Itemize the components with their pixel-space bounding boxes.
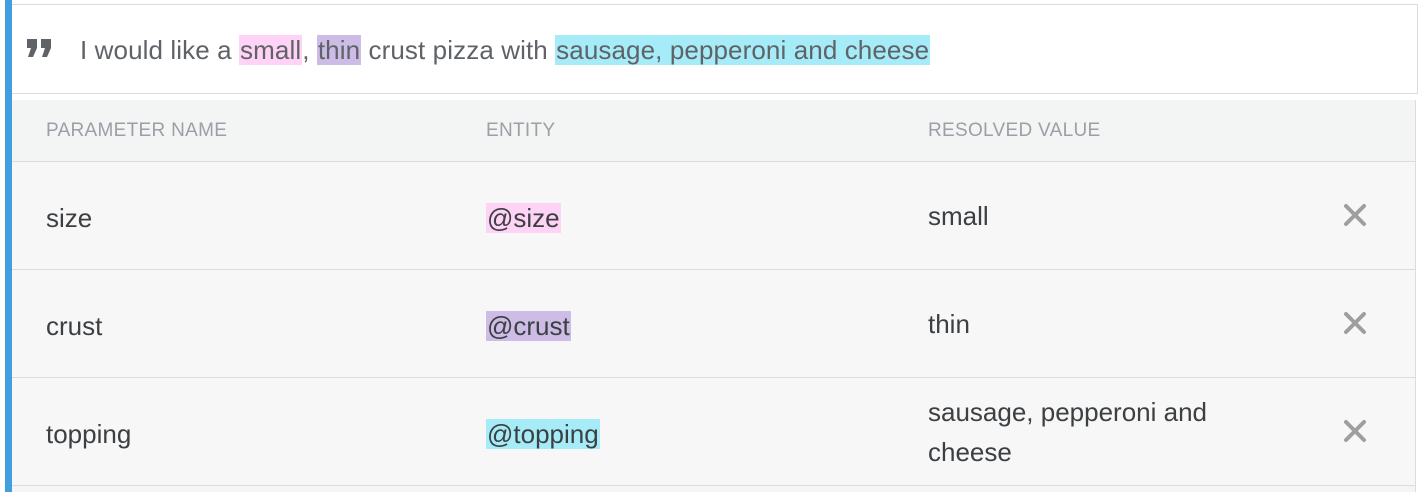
training-phrase[interactable]: I would like a small, thin crust pizza w… [12,4,1418,94]
header-resolved-value: RESOLVED VALUE [928,120,1101,141]
close-icon[interactable] [1340,416,1370,446]
header-entity: ENTITY [486,120,556,141]
parameter-name[interactable]: crust [46,306,102,346]
entity-name[interactable]: @topping [486,419,600,449]
parameter-name[interactable]: size [46,198,92,238]
entity-cell[interactable]: @size [486,198,561,238]
annotation-crust[interactable]: thin [316,35,362,65]
resolved-value[interactable]: thin [928,304,1268,344]
phrase-text[interactable]: I would like a small, thin crust pizza w… [80,33,931,67]
table-row: crust @crust thin [12,270,1415,378]
header-parameter-name: PARAMETER NAME [46,120,228,141]
entity-name[interactable]: @size [486,203,561,233]
resolved-value[interactable]: small [928,196,1268,236]
phrase-part: I would like a [80,35,240,65]
entity-cell[interactable]: @topping [486,414,600,454]
phrase-part: , [302,35,317,65]
close-icon[interactable] [1340,200,1370,230]
table-row: size @size small [12,162,1415,270]
entity-name[interactable]: @crust [486,311,571,341]
table-row: topping @topping sausage, pepperoni and … [12,378,1415,486]
phrase-part: crust pizza with [361,35,556,65]
parameter-table: PARAMETER NAME ENTITY RESOLVED VALUE siz… [12,100,1416,492]
annotation-size[interactable]: small [239,35,303,65]
close-icon[interactable] [1340,308,1370,338]
accent-bar [5,0,12,492]
table-header: PARAMETER NAME ENTITY RESOLVED VALUE [12,100,1415,162]
quote-icon [25,33,55,63]
annotation-topping[interactable]: sausage, pepperoni and cheese [555,35,931,65]
resolved-value[interactable]: sausage, pepperoni and cheese [928,392,1268,472]
parameter-name[interactable]: topping [46,414,131,454]
entity-cell[interactable]: @crust [486,306,571,346]
